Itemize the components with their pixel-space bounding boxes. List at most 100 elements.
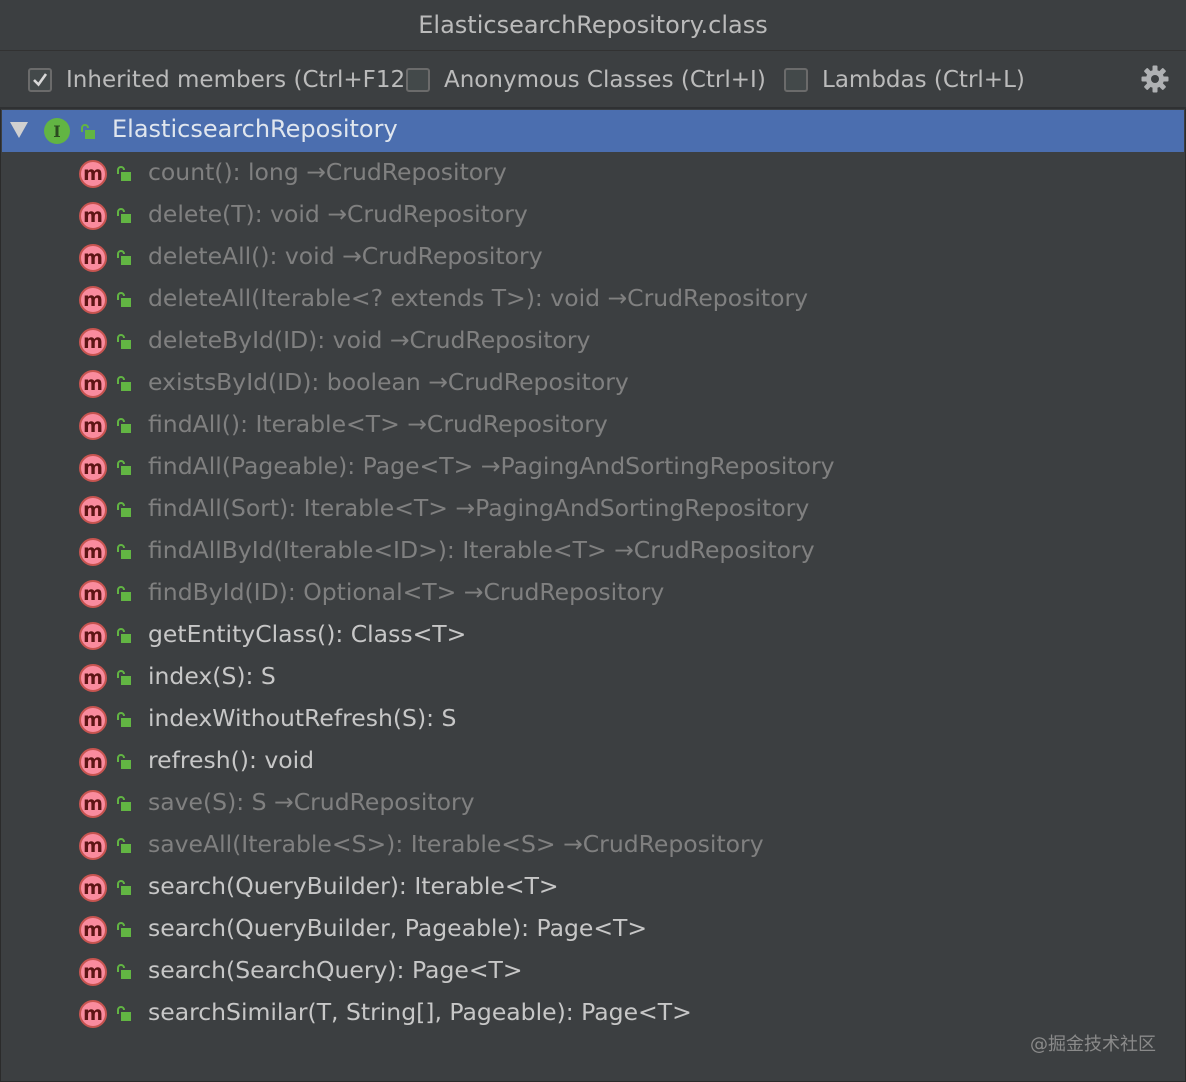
method-icon: m <box>79 244 107 272</box>
inherited-members-checkbox[interactable] <box>28 68 52 92</box>
lock-icon <box>117 376 131 391</box>
method-row[interactable]: m save(S): S →CrudRepository <box>2 782 1184 824</box>
method-row[interactable]: m indexWithoutRefresh(S): S <box>2 698 1184 740</box>
method-label: deleteAll(): void →CrudRepository <box>148 242 543 270</box>
method-label: findAll(Pageable): Page<T> →PagingAndSor… <box>148 452 835 480</box>
method-label: search(SearchQuery): Page<T> <box>148 956 523 984</box>
method-row[interactable]: m findById(ID): Optional<T> →CrudReposito… <box>2 572 1184 614</box>
checkmark-icon <box>33 73 48 87</box>
method-label: count(): long →CrudRepository <box>148 158 507 186</box>
lock-icon <box>117 712 131 727</box>
method-row[interactable]: m search(QueryBuilder, Pageable): Page<T> <box>2 908 1184 950</box>
inherited-members-label: Inherited members (Ctrl+F12) <box>66 67 415 93</box>
method-row[interactable]: m saveAll(Iterable<S>): Iterable<S> →Crud… <box>2 824 1184 866</box>
method-label: save(S): S →CrudRepository <box>148 788 475 816</box>
popup-title-bar: ElasticsearchRepository.class <box>0 0 1186 51</box>
lock-icon <box>117 1006 131 1021</box>
lock-icon <box>117 460 131 475</box>
method-row[interactable]: m findAll(Pageable): Page<T> →PagingAndSo… <box>2 446 1184 488</box>
lock-icon <box>117 838 131 853</box>
method-icon: m <box>79 790 107 818</box>
lock-icon <box>81 124 95 139</box>
method-row[interactable]: m findAll(): Iterable<T> →CrudRepository <box>2 404 1184 446</box>
lambdas-option[interactable]: Lambdas (Ctrl+L) <box>784 65 1025 95</box>
method-row[interactable]: m delete(T): void →CrudRepository <box>2 194 1184 236</box>
popup-title: ElasticsearchRepository.class <box>418 11 768 39</box>
method-label: deleteAll(Iterable<? extends T>): void →… <box>148 284 809 312</box>
anonymous-classes-checkbox[interactable] <box>406 68 430 92</box>
method-row[interactable]: m deleteById(ID): void →CrudRepository <box>2 320 1184 362</box>
method-label: search(QueryBuilder, Pageable): Page<T> <box>148 914 648 942</box>
method-row[interactable]: m count(): long →CrudRepository <box>2 152 1184 194</box>
method-label: saveAll(Iterable<S>): Iterable<S> →CrudR… <box>148 830 764 858</box>
method-label: refresh(): void <box>148 746 315 774</box>
method-row[interactable]: m findAllById(Iterable<ID>): Iterable<T> … <box>2 530 1184 572</box>
method-icon: m <box>79 580 107 608</box>
filter-toolbar: Inherited members (Ctrl+F12) Anonymous C… <box>0 51 1186 109</box>
lock-icon <box>117 628 131 643</box>
watermark: @掘金技术社区 <box>1030 1034 1156 1055</box>
lock-icon <box>117 922 131 937</box>
method-row[interactable]: m findAll(Sort): Iterable<T> →PagingAndSo… <box>2 488 1184 530</box>
lock-icon <box>117 586 131 601</box>
lock-icon <box>117 166 131 181</box>
method-icon: m <box>79 454 107 482</box>
gear-icon[interactable] <box>1140 64 1170 94</box>
root-label: ElasticsearchRepository <box>112 115 398 143</box>
anonymous-classes-label: Anonymous Classes (Ctrl+I) <box>444 67 766 93</box>
method-icon: m <box>79 916 107 944</box>
method-label: findAllById(Iterable<ID>): Iterable<T> →… <box>148 536 815 564</box>
method-icon: m <box>79 1000 107 1028</box>
lock-icon <box>117 502 131 517</box>
method-label: getEntityClass(): Class<T> <box>148 620 467 648</box>
method-row[interactable]: m search(SearchQuery): Page<T> <box>2 950 1184 992</box>
lock-icon <box>117 544 131 559</box>
method-row[interactable]: m deleteAll(): void →CrudRepository <box>2 236 1184 278</box>
lambdas-label: Lambdas (Ctrl+L) <box>822 67 1025 93</box>
method-icon: m <box>79 160 107 188</box>
method-icon: m <box>79 958 107 986</box>
method-icon: m <box>79 538 107 566</box>
lock-icon <box>117 208 131 223</box>
lock-icon <box>117 754 131 769</box>
lock-icon <box>117 250 131 265</box>
method-row[interactable]: m index(S): S <box>2 656 1184 698</box>
structure-tree: I ElasticsearchRepository m count(): long… <box>2 110 1184 1060</box>
method-label: index(S): S <box>148 662 276 690</box>
method-row[interactable]: m refresh(): void <box>2 740 1184 782</box>
method-label: findAll(): Iterable<T> →CrudRepository <box>148 410 608 438</box>
method-icon: m <box>79 748 107 776</box>
method-label: indexWithoutRefresh(S): S <box>148 704 457 732</box>
method-icon: m <box>79 328 107 356</box>
lock-icon <box>117 418 131 433</box>
method-icon: m <box>79 412 107 440</box>
lock-icon <box>117 964 131 979</box>
method-label: delete(T): void →CrudRepository <box>148 200 528 228</box>
inherited-members-option[interactable]: Inherited members (Ctrl+F12) <box>28 65 414 95</box>
method-label: findAll(Sort): Iterable<T> →PagingAndSor… <box>148 494 810 522</box>
method-icon: m <box>79 496 107 524</box>
expand-arrow-icon[interactable] <box>10 122 28 138</box>
method-row[interactable]: m deleteAll(Iterable<? extends T>): void … <box>2 278 1184 320</box>
lock-icon <box>117 796 131 811</box>
method-row[interactable]: m existsById(ID): boolean →CrudRepository <box>2 362 1184 404</box>
lock-icon <box>117 334 131 349</box>
lock-icon <box>117 880 131 895</box>
method-icon: m <box>79 286 107 314</box>
method-icon: m <box>79 202 107 230</box>
method-label: findById(ID): Optional<T> →CrudRepositor… <box>148 578 665 606</box>
method-row[interactable]: m getEntityClass(): Class<T> <box>2 614 1184 656</box>
method-row[interactable]: m searchSimilar(T, String[], Pageable): P… <box>2 992 1184 1034</box>
method-label: existsById(ID): boolean →CrudRepository <box>148 368 629 396</box>
method-row[interactable]: m search(QueryBuilder): Iterable<T> <box>2 866 1184 908</box>
lock-icon <box>117 292 131 307</box>
method-icon: m <box>79 832 107 860</box>
method-icon: m <box>79 664 107 692</box>
method-icon: m <box>79 622 107 650</box>
lambdas-checkbox[interactable] <box>784 68 808 92</box>
lock-icon <box>117 670 131 685</box>
tree-root-node[interactable]: I ElasticsearchRepository <box>2 110 1184 152</box>
anonymous-classes-option[interactable]: Anonymous Classes (Ctrl+I) <box>406 65 766 95</box>
method-label: search(QueryBuilder): Iterable<T> <box>148 872 559 900</box>
method-icon: m <box>79 874 107 902</box>
